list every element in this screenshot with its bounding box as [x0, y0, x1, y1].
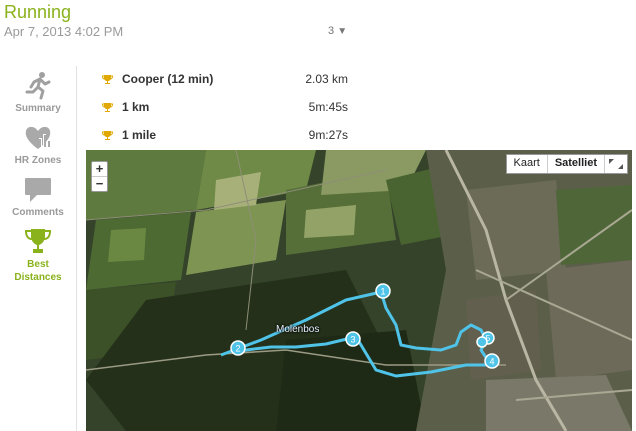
satellite-imagery: 1 2 3 4 5 — [86, 150, 632, 431]
record-value: 5m:45s — [308, 100, 348, 114]
zoom-out-button[interactable]: − — [92, 177, 107, 191]
record-name: Cooper (12 min) — [122, 72, 214, 86]
trophy-icon — [102, 75, 113, 84]
start-end-marker[interactable] — [476, 336, 488, 348]
sidebar-item-label: Comments — [12, 207, 64, 218]
route-map[interactable]: 1 2 3 4 5 Molenbos + − Kaart Satelliet — [86, 150, 632, 431]
sidebar: Summary HR Zones Comments Best Distances — [0, 66, 77, 431]
trophy-icon — [24, 229, 52, 253]
sidebar-item-best-distances[interactable]: Best Distances — [0, 226, 76, 284]
sidebar-item-comments[interactable]: Comments — [0, 176, 76, 219]
map-type-control: Kaart Satelliet — [505, 154, 628, 174]
route-marker-2[interactable]: 2 — [230, 340, 246, 356]
trophy-icon — [102, 103, 113, 112]
route-marker-label: 4 — [489, 357, 494, 367]
map-type-satelliet-button[interactable]: Satelliet — [546, 155, 604, 173]
sidebar-item-hr-zones[interactable]: HR Zones — [0, 122, 76, 167]
zoom-control: + − — [91, 161, 108, 192]
activity-title: Running — [4, 2, 72, 22]
map-type-kaart-button[interactable]: Kaart — [507, 155, 547, 173]
route-marker-3[interactable]: 3 — [345, 331, 361, 347]
fullscreen-button[interactable] — [604, 155, 627, 173]
runner-icon — [25, 72, 51, 100]
sidebar-item-summary[interactable]: Summary — [0, 70, 76, 115]
trophy-count-value: 3 — [328, 25, 335, 37]
record-value: 9m:27s — [308, 128, 348, 142]
zoom-in-button[interactable]: + — [92, 162, 107, 177]
speech-bubble-icon — [25, 178, 51, 202]
sidebar-item-label: HR Zones — [14, 155, 62, 166]
route-marker-label: 3 — [350, 335, 355, 345]
sidebar-item-label: Summary — [15, 103, 61, 114]
record-name: 1 km — [122, 100, 150, 114]
trophy-icon — [102, 131, 113, 140]
route-marker-label: 2 — [235, 344, 240, 354]
trophy-count[interactable]: 3 ▼ — [328, 25, 347, 37]
sidebar-item-label: Best Distances — [14, 259, 62, 283]
record-row: 1 km 5m:45s — [100, 98, 360, 118]
record-row: 1 mile 9m:27s — [100, 126, 360, 146]
route-marker-label: 1 — [380, 287, 385, 297]
activity-date: Apr 7, 2013 4:02 PM — [4, 24, 124, 39]
record-name: 1 mile — [122, 128, 157, 142]
route-marker-1[interactable]: 1 — [375, 283, 391, 299]
mini-trophy-icon: ▼ — [337, 26, 348, 37]
place-label: Molenbos — [276, 324, 320, 335]
record-value: 2.03 km — [305, 72, 348, 86]
heart-chart-icon — [25, 126, 51, 149]
record-row: Cooper (12 min) 2.03 km — [100, 70, 360, 90]
fullscreen-icon — [609, 159, 623, 169]
route-marker-4[interactable]: 4 — [484, 353, 500, 369]
